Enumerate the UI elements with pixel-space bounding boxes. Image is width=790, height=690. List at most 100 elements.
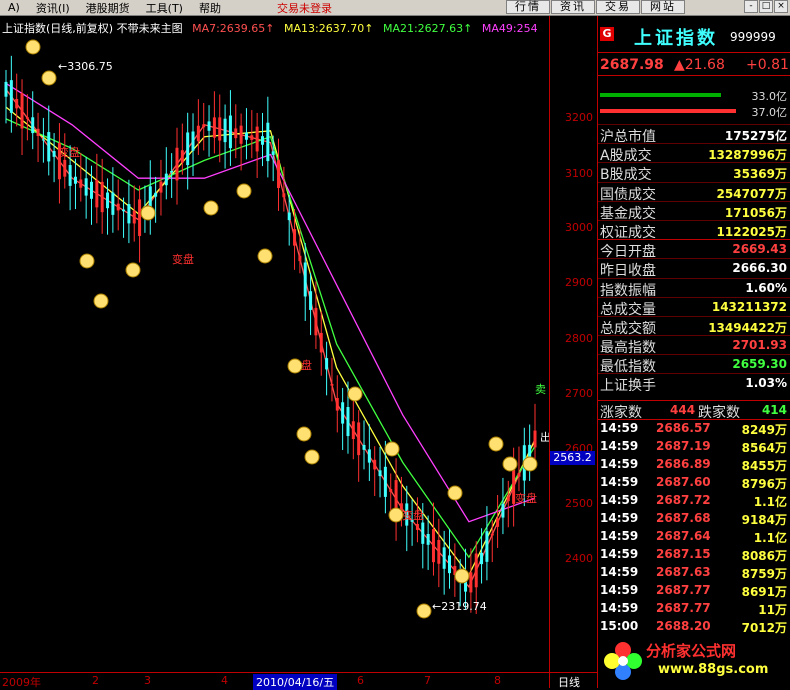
smiley-icon [454, 568, 470, 584]
smiley-icon [25, 39, 41, 55]
smiley-icon [79, 253, 95, 269]
tick-time: 14:59 [600, 439, 639, 453]
menubar: A) 资讯(I) 港股期货 工具(T) 帮助 交易未登录 行情 资讯 交易 网站… [0, 0, 790, 16]
tick-row: 14:59 2687.64 1.1亿 [598, 528, 790, 546]
tick-volume: 8759万 [741, 567, 787, 581]
x-tick: 7 [424, 674, 431, 687]
bar-value: 37.0亿 [751, 106, 788, 119]
advance-label: 涨家数 [600, 405, 642, 421]
candle-body [68, 165, 72, 186]
tick-volume: 7012万 [741, 621, 787, 635]
sell-volume-bar: 37.0亿 [600, 104, 789, 119]
stat-value: 1.60% [745, 280, 787, 295]
stat-row: 最高指数 2701.93 [598, 335, 790, 356]
candle-body [367, 449, 371, 463]
menu-item-news[interactable]: 资讯(I) [28, 0, 78, 16]
menu-item-tools[interactable]: 工具(T) [138, 0, 191, 16]
tick-price: 2687.60 [656, 475, 711, 489]
smiley-icon [140, 205, 156, 221]
stat-row: 昨日收盘 2666.30 [598, 258, 790, 279]
tick-row: 14:59 2687.68 9184万 [598, 510, 790, 528]
menu-item-a[interactable]: A) [0, 1, 28, 14]
menu-item-hk-futures[interactable]: 港股期货 [78, 0, 138, 16]
stat-row: B股成交 35369万 [598, 162, 790, 183]
y-axis: 3200 3100 3000 2900 2800 2700 2600 2500 … [549, 16, 598, 688]
stats-table: 沪总市值 175275亿 A股成交 13287996万 B股成交 35369万 国债成交 25… [598, 124, 790, 394]
stock-title: G 上证指数 999999 [598, 22, 790, 49]
tick-price: 2686.89 [656, 457, 711, 471]
tick-row: 14:59 2687.19 8564万 [598, 438, 790, 456]
tab-quotes[interactable]: 行情 [506, 0, 550, 14]
stat-value: 143211372 [711, 299, 787, 314]
last-price: 2687.98 [600, 57, 664, 73]
x-tick: 8 [494, 674, 501, 687]
maximize-icon[interactable]: □ [759, 0, 773, 13]
tick-volume: 8691万 [741, 585, 787, 599]
tick-volume: 8249万 [741, 423, 787, 437]
candle-body [469, 572, 473, 593]
tab-trade[interactable]: 交易 [596, 0, 640, 14]
candle-body [260, 136, 264, 145]
y-tick: 3100 [565, 167, 593, 180]
candle-body [186, 132, 190, 166]
tick-row: 15:00 2688.20 7012万 [598, 618, 790, 636]
market-badge: G [600, 27, 614, 41]
candle-body [496, 518, 500, 527]
candle-body [309, 291, 313, 310]
minimize-icon[interactable]: - [744, 0, 758, 13]
candle-body [421, 522, 425, 544]
candle-body [9, 80, 13, 113]
tick-time: 14:59 [600, 547, 639, 561]
stat-value: 13494422万 [708, 320, 787, 335]
tick-time: 14:59 [600, 457, 639, 471]
menu-item-help[interactable]: 帮助 [191, 0, 229, 16]
stock-name: 上证指数 [634, 28, 718, 49]
ma49-legend: MA49:254 [481, 22, 538, 35]
ma21-legend: MA21:2627.63↑ [382, 22, 473, 35]
smiley-icon [257, 248, 273, 264]
candle-body [528, 444, 532, 457]
flower-logo-icon [604, 642, 642, 680]
smiley-icon [388, 507, 404, 523]
candle-body [282, 193, 286, 198]
candle-body [180, 150, 184, 163]
stat-row: 总成交额 13494422万 [598, 315, 790, 337]
tick-volume: 1.1亿 [753, 531, 787, 545]
close-icon[interactable]: × [774, 0, 788, 13]
candle-body [52, 151, 56, 157]
candle-body [362, 444, 366, 450]
percent-change: +0.81 [746, 57, 789, 73]
candle-body [351, 421, 355, 440]
tick-time: 14:59 [600, 511, 639, 525]
smiley-icon [416, 603, 432, 619]
candle-body [314, 307, 318, 336]
candle-body [357, 422, 361, 456]
stat-value: 2669.43 [732, 242, 787, 257]
candle-body [383, 466, 387, 497]
tick-price: 2687.64 [656, 529, 711, 543]
candle-body [41, 139, 45, 141]
kline-chart[interactable]: ←3306.75←2319.74变盘变盘变盘变盘变盘卖出 上证指数(日线,前复权… [0, 16, 598, 690]
candle-body [480, 552, 484, 565]
y-tick: 2700 [565, 387, 593, 400]
candle-body [298, 255, 302, 262]
buy-volume-bar: 33.0亿 [600, 88, 789, 103]
stat-row: 最低指数 2659.30 [598, 354, 790, 375]
candle-body [506, 496, 510, 502]
chart-canvas[interactable]: ←3306.75←2319.74变盘变盘变盘变盘变盘卖出 [0, 16, 549, 672]
candle-body [335, 398, 339, 411]
candle-body [127, 204, 131, 224]
tab-news[interactable]: 资讯 [551, 0, 595, 14]
tick-volume: 1.1亿 [753, 495, 787, 509]
candle-body [239, 125, 243, 144]
tab-website[interactable]: 网站 [641, 0, 685, 14]
stat-value: 35369万 [733, 167, 787, 182]
trade-login-status: 交易未登录 [276, 1, 332, 15]
candle-body [207, 121, 211, 131]
tick-volume: 8796万 [741, 477, 787, 491]
candle-body [122, 209, 126, 212]
tick-price: 2688.20 [656, 619, 711, 633]
candle-body [31, 117, 35, 134]
smiley-icon [125, 262, 141, 278]
tick-price: 2687.72 [656, 493, 711, 507]
